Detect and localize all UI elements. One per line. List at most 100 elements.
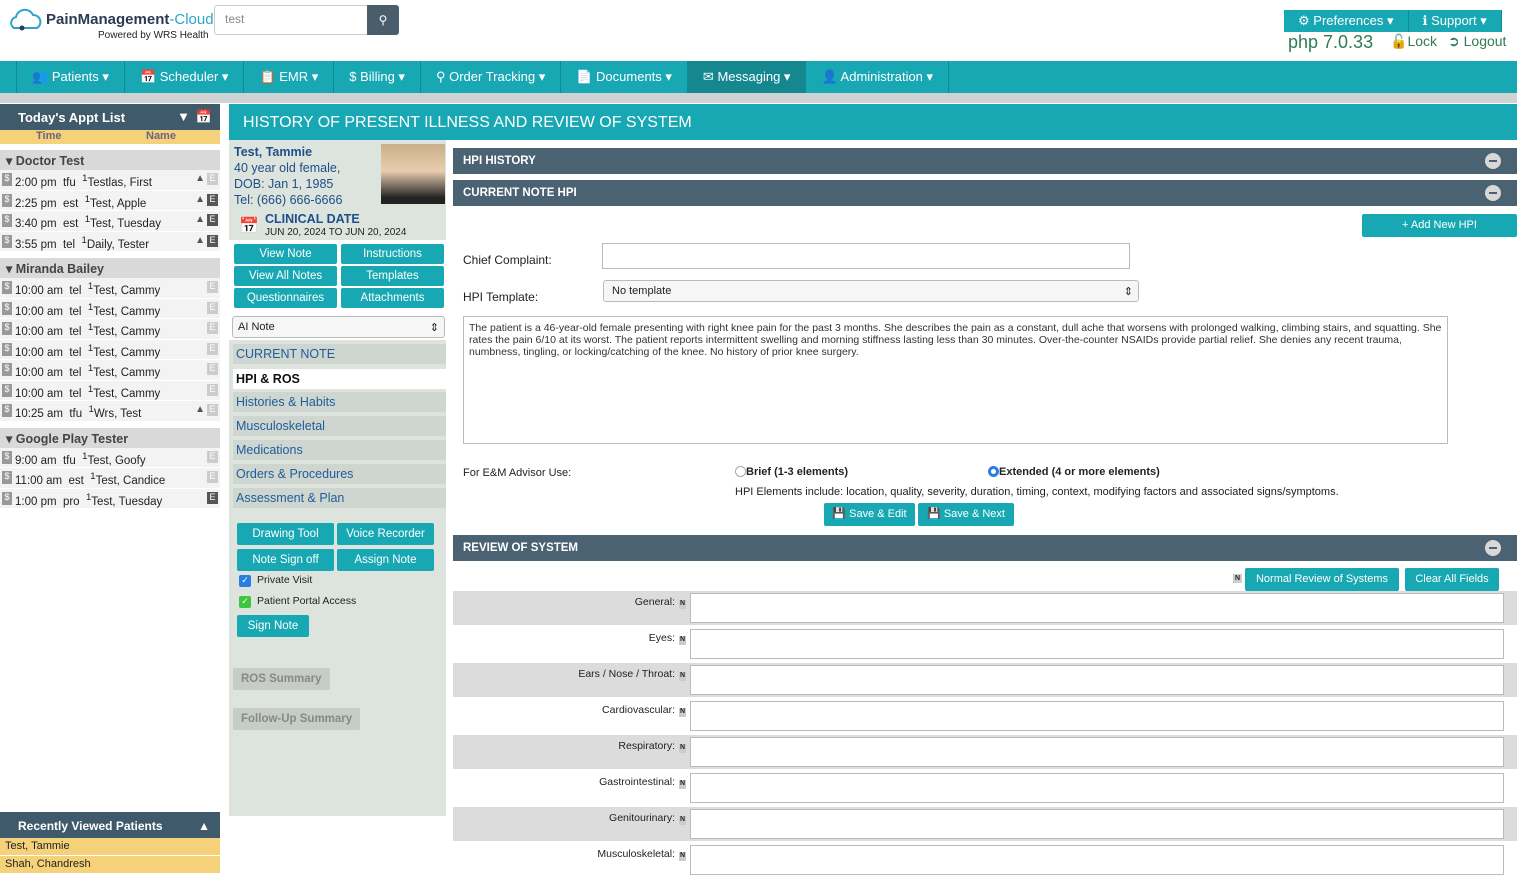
nav-documents[interactable]: 📄 Documents ▾ [560,61,687,93]
voice-recorder-button[interactable]: Voice Recorder [337,523,434,545]
instructions-button[interactable]: Instructions [341,244,444,264]
brief-radio[interactable]: Brief (1-3 elements) [735,466,848,478]
view-note-button[interactable]: View Note [234,244,337,264]
e-icon[interactable]: E [207,363,218,375]
support-button[interactable]: ℹ Support ▾ [1409,10,1502,32]
hpi-history-header[interactable]: HPI HISTORY [453,148,1517,174]
e-icon[interactable]: E [207,235,218,247]
e-icon[interactable]: E [207,343,218,355]
filter-icon[interactable]: ▼ [177,109,190,124]
normal-button[interactable]: N [679,744,686,753]
ros-text-input[interactable] [690,845,1504,875]
provider-group[interactable]: ▾ Google Play Tester [0,428,220,448]
appt-row[interactable]: $1:00 pm pro 1Test, TuesdayE [0,489,220,510]
ros-text-input[interactable] [690,701,1504,731]
nav-patients[interactable]: 👥 Patients ▾ [16,61,124,93]
hpi-template-select[interactable]: No template⇕ [603,280,1139,302]
appt-row[interactable]: $3:55 pm tel 1Daily, Tester▲E [0,232,220,253]
add-new-hpi-button[interactable]: + Add New HPI [1362,214,1517,237]
extended-radio[interactable]: Extended (4 or more elements) [988,466,1160,478]
recent-patient[interactable]: Shah, Chandresh [0,856,220,874]
drawing-tool-button[interactable]: Drawing Tool [237,523,334,545]
current-note-hpi-header[interactable]: CURRENT NOTE HPI [453,180,1517,206]
ros-text-input[interactable] [690,665,1504,695]
normal-button[interactable]: N [679,708,686,717]
calendar-icon[interactable]: 📅 [196,109,212,125]
e-icon[interactable]: E [207,384,218,396]
note-nav-item[interactable]: CURRENT NOTE [233,344,446,364]
note-type-select[interactable]: AI Note⇕ [232,316,445,338]
appt-row[interactable]: $2:25 pm est 1Test, Apple▲E [0,191,220,212]
appt-row[interactable]: $10:00 am tel 1Test, CammyE [0,381,220,402]
lock-button[interactable]: 🔓Lock [1390,33,1437,50]
clear-all-button[interactable]: Clear All Fields [1405,568,1499,591]
col-name[interactable]: Name [146,130,176,142]
ros-text-input[interactable] [690,737,1504,767]
portal-access-checkbox[interactable]: ✓Patient Portal Access [239,595,356,608]
recent-patient[interactable]: Test, Tammie [0,838,220,856]
appt-row[interactable]: $9:00 am tfu 1Test, GoofyE [0,448,220,469]
e-icon[interactable]: E [207,322,218,334]
normal-button[interactable]: N [679,780,686,789]
e-icon[interactable]: E [207,281,218,293]
save-edit-button[interactable]: 💾 Save & Edit [824,503,915,526]
provider-group[interactable]: ▾ Miranda Bailey [0,258,220,278]
hpi-text-area[interactable]: The patient is a 46-year-old female pres… [463,316,1448,444]
e-icon[interactable]: E [207,471,218,483]
sign-note-button[interactable]: Sign Note [237,615,309,637]
e-icon[interactable]: E [207,194,218,206]
normal-button[interactable]: N [679,852,686,861]
normal-button[interactable]: N [679,600,686,609]
nav-messaging[interactable]: ✉ Messaging ▾ [687,61,806,93]
followup-summary-button[interactable]: Follow-Up Summary [233,708,360,730]
templates-button[interactable]: Templates [341,266,444,286]
save-next-button[interactable]: 💾 Save & Next [918,503,1014,526]
e-icon[interactable]: E [207,492,218,504]
attachments-button[interactable]: Attachments [341,288,444,308]
search-button[interactable]: ⚲ [367,5,399,35]
note-sign-off-button[interactable]: Note Sign off [237,549,334,571]
chief-complaint-input[interactable] [602,243,1130,269]
normal-all-button[interactable]: N [1233,574,1242,583]
search-input[interactable]: test [214,5,368,35]
appt-row[interactable]: $10:00 am tel 1Test, CammyE [0,319,220,340]
e-icon[interactable]: E [207,451,218,463]
note-nav-item[interactable]: Medications [233,440,446,460]
view-all-notes-button[interactable]: View All Notes [234,266,337,286]
note-nav-item[interactable]: Musculoskeletal [233,416,446,436]
e-icon[interactable]: E [207,404,218,416]
appt-row[interactable]: $10:25 am tfu 1Wrs, Test▲E [0,401,220,422]
appt-row[interactable]: $10:00 am tel 1Test, CammyE [0,278,220,299]
appt-row[interactable]: $11:00 am est 1Test, CandiceE [0,468,220,489]
note-nav-item[interactable]: Assessment & Plan [233,488,446,508]
normal-button[interactable]: N [679,636,686,645]
ros-summary-button[interactable]: ROS Summary [233,668,330,690]
ros-header[interactable]: REVIEW OF SYSTEM [453,535,1517,561]
assign-note-button[interactable]: Assign Note [337,549,434,571]
col-time[interactable]: Time [36,130,61,142]
patient-name[interactable]: Test, Tammie [234,144,342,160]
appt-row[interactable]: $10:00 am tel 1Test, CammyE [0,299,220,320]
provider-group[interactable]: ▾ Doctor Test [0,150,220,170]
appt-row[interactable]: $3:40 pm est 1Test, Tuesday▲E [0,211,220,232]
normal-ros-button[interactable]: Normal Review of Systems [1245,568,1399,591]
questionnaires-button[interactable]: Questionnaires [234,288,337,308]
private-visit-checkbox[interactable]: ✓Private Visit [239,574,312,587]
normal-button[interactable]: N [679,816,686,825]
nav-administration[interactable]: 👤 Administration ▾ [805,61,949,93]
e-icon[interactable]: E [207,214,218,226]
ros-text-input[interactable] [690,773,1504,803]
appt-row[interactable]: $2:00 pm tfu 1Testlas, First▲E [0,170,220,191]
note-nav-item[interactable]: HPI & ROS [233,369,446,389]
e-icon[interactable]: E [207,302,218,314]
appt-row[interactable]: $10:00 am tel 1Test, CammyE [0,360,220,381]
ros-text-input[interactable] [690,593,1504,623]
note-nav-item[interactable]: Histories & Habits [233,392,446,412]
ros-text-input[interactable] [690,629,1504,659]
normal-button[interactable]: N [679,672,686,681]
preferences-button[interactable]: ⚙ Preferences ▾ [1284,10,1409,32]
nav-order-tracking[interactable]: ⚲ Order Tracking ▾ [420,61,560,93]
nav-emr[interactable]: 📋 EMR ▾ [243,61,333,93]
nav-scheduler[interactable]: 📅 Scheduler ▾ [124,61,244,93]
nav-billing[interactable]: $ Billing ▾ [333,61,420,93]
